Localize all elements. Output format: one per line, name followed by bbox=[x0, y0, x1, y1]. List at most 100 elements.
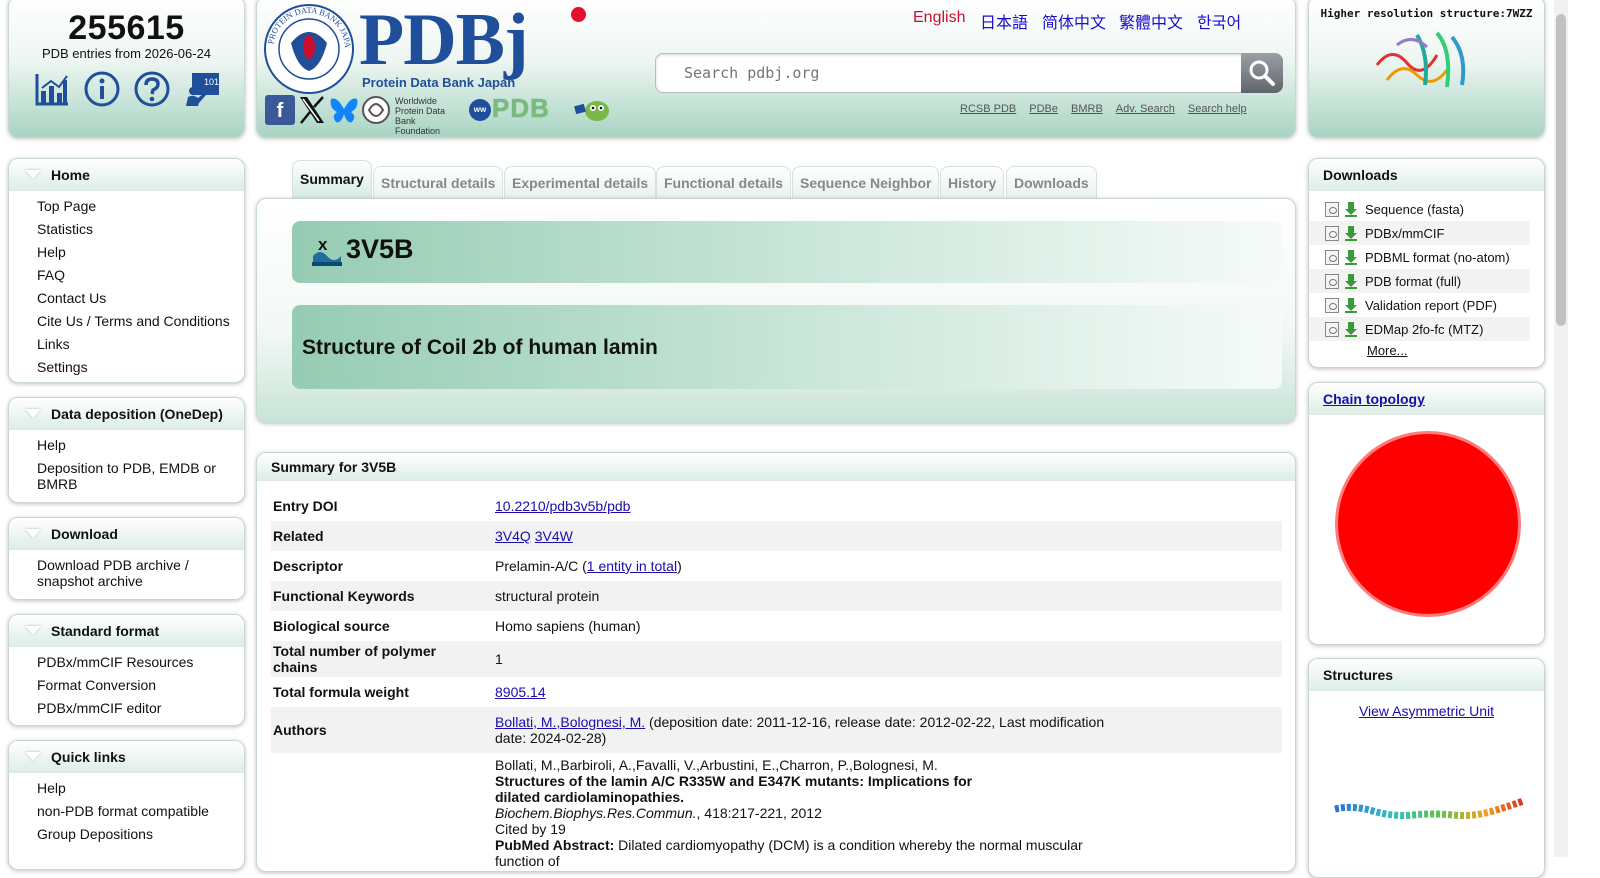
sidebar-deposition-title[interactable]: Data deposition (OneDep) bbox=[51, 406, 223, 422]
sidebar-item-pdbx-editor[interactable]: PDBx/mmCIF editor bbox=[9, 697, 244, 720]
wwpdb-logo-text: PDB bbox=[492, 93, 550, 123]
structure-thumbnail-image[interactable] bbox=[1367, 25, 1479, 97]
view-file-icon[interactable] bbox=[1325, 297, 1339, 313]
sidebar-item-faq[interactable]: FAQ bbox=[9, 264, 244, 287]
collapse-triangle-icon[interactable] bbox=[25, 529, 41, 538]
structure-ribbon-image[interactable] bbox=[1333, 795, 1525, 829]
download-sequence-fasta[interactable]: Sequence (fasta) bbox=[1309, 197, 1530, 221]
sidebar-quick-title[interactable]: Quick links bbox=[51, 749, 126, 765]
lang-simplified-chinese[interactable]: 简体中文 bbox=[1042, 9, 1106, 33]
chain-topology-diagram[interactable] bbox=[1335, 431, 1521, 617]
view-asymmetric-unit-link[interactable]: View Asymmetric Unit bbox=[1359, 703, 1494, 719]
label-authors: Authors bbox=[273, 722, 327, 738]
link-search-help[interactable]: Search help bbox=[1188, 103, 1247, 115]
bluesky-icon[interactable] bbox=[329, 96, 359, 124]
tab-summary[interactable]: Summary bbox=[292, 160, 372, 200]
facebook-icon[interactable]: f bbox=[265, 95, 295, 125]
entry-count-date: PDB entries from 2026-06-24 bbox=[41, 46, 212, 61]
tab-experimental-details[interactable]: Experimental details bbox=[504, 166, 657, 200]
polymer-chains-value: 1 bbox=[495, 651, 503, 667]
tutorial-icon[interactable]: 101 bbox=[184, 71, 220, 107]
view-file-icon[interactable] bbox=[1325, 321, 1339, 337]
lang-japanese[interactable]: 日本語 bbox=[980, 9, 1028, 33]
lang-traditional-chinese[interactable]: 繁體中文 bbox=[1119, 9, 1183, 33]
sidebar-quick-links-box: Quick links Help non-PDB format compatib… bbox=[8, 740, 245, 870]
download-pdbx-mmcif[interactable]: PDBx/mmCIF bbox=[1309, 221, 1530, 245]
search-input[interactable] bbox=[682, 54, 1242, 92]
collapse-triangle-icon[interactable] bbox=[25, 170, 41, 179]
pdbj-logo-text: PDBj bbox=[359, 0, 529, 81]
downloads-box: Downloads Sequence (fasta) PDBx/mmCIF PD… bbox=[1308, 158, 1545, 368]
lang-korean[interactable]: 한국어 bbox=[1197, 9, 1241, 33]
info-icon[interactable] bbox=[84, 71, 120, 107]
download-edmap[interactable]: EDMap 2fo-fc (MTZ) bbox=[1309, 317, 1530, 341]
sidebar-item-statistics[interactable]: Statistics bbox=[9, 218, 244, 241]
sidebar-item-contact[interactable]: Contact Us bbox=[9, 287, 244, 310]
citation-title: Structures of the lamin A/C R335W and E3… bbox=[495, 773, 973, 805]
x-icon[interactable] bbox=[297, 95, 327, 125]
sidebar-item-links[interactable]: Links bbox=[9, 333, 244, 356]
sidebar-item-settings[interactable]: Settings bbox=[9, 356, 244, 379]
pdbj-logo[interactable]: PDBj Protein Data Bank Japan bbox=[359, 1, 589, 91]
download-icon[interactable] bbox=[1343, 297, 1359, 313]
sidebar-item-quick-help[interactable]: Help bbox=[9, 777, 244, 800]
collapse-triangle-icon[interactable] bbox=[25, 409, 41, 418]
download-icon[interactable] bbox=[1343, 225, 1359, 241]
collapse-triangle-icon[interactable] bbox=[25, 752, 41, 761]
sidebar-item-deposition-help[interactable]: Help bbox=[9, 434, 244, 457]
sidebar-item-format-conversion[interactable]: Format Conversion bbox=[9, 674, 244, 697]
label-related: Related bbox=[273, 528, 324, 544]
authors-link[interactable]: Bollati, M.,Bolognesi, M. bbox=[495, 714, 645, 730]
link-adv-search[interactable]: Adv. Search bbox=[1116, 103, 1175, 115]
view-file-icon[interactable] bbox=[1325, 225, 1339, 241]
view-file-icon[interactable] bbox=[1325, 249, 1339, 265]
sidebar-item-download-archive[interactable]: Download PDB archive / snapshot archive bbox=[9, 554, 244, 593]
tab-sequence-neighbor[interactable]: Sequence Neighbor bbox=[792, 166, 940, 200]
tab-history[interactable]: History bbox=[940, 166, 1005, 200]
download-validation-report[interactable]: Validation report (PDF) bbox=[1309, 293, 1530, 317]
formula-weight-link[interactable]: 8905.14 bbox=[495, 684, 546, 700]
sidebar-item-group-depositions[interactable]: Group Depositions bbox=[9, 823, 244, 846]
downloads-more-link[interactable]: More... bbox=[1367, 343, 1407, 358]
download-pdbml[interactable]: PDBML format (no-atom) bbox=[1309, 245, 1530, 269]
sidebar-download-title[interactable]: Download bbox=[51, 526, 118, 542]
download-pdb-format[interactable]: PDB format (full) bbox=[1309, 269, 1530, 293]
wwpdb-foundation-logo[interactable]: Worldwide Protein Data Bank Foundation bbox=[361, 95, 467, 136]
lang-english[interactable]: English bbox=[913, 9, 965, 27]
tab-downloads[interactable]: Downloads bbox=[1006, 166, 1097, 200]
sidebar-item-deposition[interactable]: Deposition to PDB, EMDB or BMRB bbox=[9, 457, 244, 496]
entry-doi-link[interactable]: 10.2210/pdb3v5b/pdb bbox=[495, 498, 630, 514]
pdbj-seal-logo[interactable]: PROTEIN DATA BANK JAPAN bbox=[260, 0, 355, 95]
scrollbar-thumb[interactable] bbox=[1556, 14, 1566, 326]
row-formula-weight: Total formula weight 8905.14 bbox=[271, 677, 1282, 707]
tab-functional-details[interactable]: Functional details bbox=[656, 166, 792, 200]
sidebar-item-non-pdb[interactable]: non-PDB format compatible bbox=[9, 800, 244, 823]
sidebar-home-title[interactable]: Home bbox=[51, 167, 90, 183]
related-link-3v4w[interactable]: 3V4W bbox=[535, 528, 573, 544]
chain-topology-link[interactable]: Chain topology bbox=[1323, 391, 1425, 407]
sidebar-standard-title[interactable]: Standard format bbox=[51, 623, 159, 639]
link-pdbe[interactable]: PDBe bbox=[1029, 103, 1058, 115]
collapse-triangle-icon[interactable] bbox=[25, 626, 41, 635]
tab-structural-details[interactable]: Structural details bbox=[373, 166, 504, 200]
view-file-icon[interactable] bbox=[1325, 273, 1339, 289]
sidebar-item-top-page[interactable]: Top Page bbox=[9, 195, 244, 218]
download-icon[interactable] bbox=[1343, 249, 1359, 265]
sidebar-item-help[interactable]: Help bbox=[9, 241, 244, 264]
page-scrollbar[interactable] bbox=[1554, 0, 1568, 857]
entity-count-link[interactable]: 1 entity in total bbox=[587, 558, 677, 574]
download-icon[interactable] bbox=[1343, 201, 1359, 217]
related-link-3v4q[interactable]: 3V4Q bbox=[495, 528, 531, 544]
sidebar-item-cite-terms[interactable]: Cite Us / Terms and Conditions bbox=[9, 310, 244, 333]
wwpdb-logo[interactable]: ww PDB bbox=[469, 93, 613, 125]
help-icon[interactable] bbox=[134, 71, 170, 107]
download-icon[interactable] bbox=[1343, 273, 1359, 289]
search-button[interactable] bbox=[1241, 53, 1283, 93]
link-rcsb[interactable]: RCSB PDB bbox=[960, 103, 1016, 115]
chart-icon[interactable] bbox=[34, 71, 70, 107]
sidebar-item-pdbx-resources[interactable]: PDBx/mmCIF Resources bbox=[9, 651, 244, 674]
download-label: PDBML format (no-atom) bbox=[1365, 249, 1510, 265]
view-file-icon[interactable] bbox=[1325, 201, 1339, 217]
download-icon[interactable] bbox=[1343, 321, 1359, 337]
link-bmrb[interactable]: BMRB bbox=[1071, 103, 1103, 115]
